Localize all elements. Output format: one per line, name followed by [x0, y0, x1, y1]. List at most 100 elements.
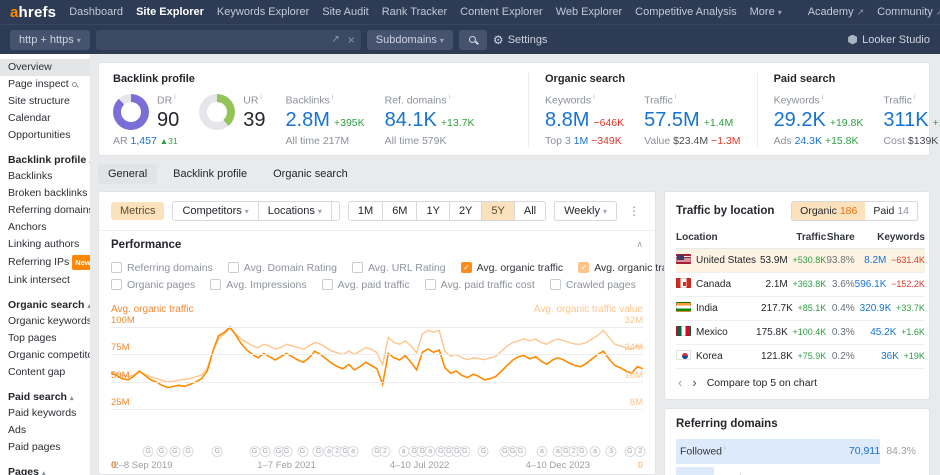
sidebar-item-link-intersect[interactable]: Link intersect: [0, 272, 90, 289]
range-6m-button[interactable]: 6M: [382, 202, 416, 220]
google-update-marker[interactable]: G: [313, 446, 324, 457]
tab-backlink-profile[interactable]: Backlink profile: [163, 164, 257, 184]
sidebar-item-organic-keywords[interactable]: Organic keywords: [0, 313, 90, 330]
google-update-marker[interactable]: a: [348, 446, 359, 457]
sidebar-section-paid-search[interactable]: Paid search: [0, 389, 90, 405]
sidebar-item-referring-ips[interactable]: Referring IPsNew: [0, 253, 90, 272]
sidebar-section-pages[interactable]: Pages: [0, 464, 90, 475]
checkbox-avg-organic-traffic[interactable]: Avg. organic traffic: [461, 262, 564, 274]
table-row-united-states[interactable]: United States 53.9M +530.8K 93.8% 8.2M −…: [676, 248, 925, 272]
sidebar-item-site-structure[interactable]: Site structure: [0, 93, 90, 110]
google-update-marker[interactable]: G: [212, 446, 223, 457]
toggle-paid[interactable]: Paid 14: [865, 202, 917, 220]
nav-competitive-analysis[interactable]: Competitive Analysis: [635, 6, 737, 18]
more-options-icon[interactable]: ⋮: [625, 204, 643, 218]
checkbox-avg-paid-traffic-cost[interactable]: Avg. paid traffic cost: [425, 279, 535, 291]
google-update-marker[interactable]: G: [143, 446, 154, 457]
nav-academy-link[interactable]: Academy: [808, 6, 864, 18]
metrics-filter-button[interactable]: Metrics: [111, 202, 164, 220]
ahrefs-logo[interactable]: ahrefs: [10, 4, 56, 21]
col-share[interactable]: Share: [826, 229, 854, 249]
sidebar-item-content-gap[interactable]: Content gap: [0, 364, 90, 381]
google-update-marker[interactable]: G: [156, 446, 167, 457]
search-button[interactable]: [459, 30, 487, 50]
google-update-marker[interactable]: a: [425, 446, 436, 457]
settings-button[interactable]: ⚙Settings: [493, 33, 548, 47]
sidebar-item-calendar[interactable]: Calendar: [0, 110, 90, 127]
toggle-organic[interactable]: Organic 186: [792, 202, 865, 220]
google-update-marker[interactable]: G: [459, 446, 470, 457]
nav-content-explorer[interactable]: Content Explorer: [460, 6, 543, 18]
google-update-marker[interactable]: G: [183, 446, 194, 457]
followed-row[interactable]: Followed 70,91184.3%: [676, 439, 918, 464]
sidebar-item-opportunities[interactable]: Opportunities: [0, 127, 90, 144]
compare-top5-link[interactable]: Compare top 5 on chart: [707, 377, 817, 389]
granularity-dropdown[interactable]: Weekly: [554, 201, 617, 221]
col-location[interactable]: Location: [676, 229, 756, 249]
sidebar-item-referring-domains[interactable]: Referring domains: [0, 202, 90, 219]
tab-general[interactable]: General: [98, 164, 157, 184]
google-update-marker[interactable]: a: [536, 446, 547, 457]
checkbox-avg-paid-traffic[interactable]: Avg. paid traffic: [322, 279, 410, 291]
nav-more-dropdown[interactable]: More: [750, 6, 782, 18]
nav-site-explorer[interactable]: Site Explorer: [136, 6, 204, 18]
google-update-marker[interactable]: a: [590, 446, 601, 457]
looker-studio-button[interactable]: Looker Studio: [848, 34, 930, 46]
subdomains-dropdown[interactable]: Subdomains: [367, 30, 453, 50]
range-1y-button[interactable]: 1Y: [416, 202, 448, 220]
not-followed-row[interactable]: Not followed 13,20115.7%: [676, 467, 918, 475]
nav-dashboard[interactable]: Dashboard: [69, 6, 123, 18]
google-update-marker[interactable]: 2: [379, 446, 390, 457]
sidebar-item-ads[interactable]: Ads: [0, 422, 90, 439]
chart-plot-area[interactable]: 100M32M75M24M50M16M25M8M: [111, 319, 643, 444]
sidebar-item-overview[interactable]: Overview: [0, 59, 90, 76]
sidebar-item-page-inspect[interactable]: Page inspect: [0, 76, 90, 93]
sidebar-item-top-pages[interactable]: Top pages: [0, 330, 90, 347]
google-update-marker[interactable]: G: [478, 446, 489, 457]
col-keywords[interactable]: Keywords: [855, 229, 925, 249]
google-update-marker[interactable]: 3: [606, 446, 617, 457]
google-update-marker[interactable]: G: [624, 446, 635, 457]
sidebar-item-paid-pages[interactable]: Paid pages: [0, 439, 90, 456]
url-input-box[interactable]: ↗ ×: [96, 30, 361, 50]
sidebar-section-organic-search[interactable]: Organic search: [0, 297, 90, 313]
range-1m-button[interactable]: 1M: [349, 202, 382, 220]
google-update-marker[interactable]: G: [281, 446, 292, 457]
range-5y-button[interactable]: 5Y: [481, 202, 513, 220]
google-update-marker[interactable]: G: [515, 446, 526, 457]
checkbox-avg-domain-rating[interactable]: Avg. Domain Rating: [228, 262, 337, 274]
range-2y-button[interactable]: 2Y: [449, 202, 481, 220]
sidebar-item-linking-authors[interactable]: Linking authors: [0, 236, 90, 253]
nav-site-audit[interactable]: Site Audit: [322, 6, 368, 18]
checkbox-referring-domains[interactable]: Referring domains: [111, 262, 213, 274]
sidebar-item-paid-keywords[interactable]: Paid keywords: [0, 405, 90, 422]
next-page-icon[interactable]: ›: [692, 378, 696, 388]
sidebar-item-anchors[interactable]: Anchors: [0, 219, 90, 236]
range-all-button[interactable]: All: [514, 202, 545, 220]
protocol-dropdown[interactable]: http + https: [10, 30, 90, 50]
years-button[interactable]: Years: [331, 202, 340, 220]
checkbox-crawled-pages[interactable]: Crawled pages: [550, 279, 636, 291]
nav-keywords-explorer[interactable]: Keywords Explorer: [217, 6, 309, 18]
google-update-marker[interactable]: G: [249, 446, 260, 457]
nav-rank-tracker[interactable]: Rank Tracker: [382, 6, 447, 18]
table-row-korea[interactable]: Korea 121.8K +75.9K 0.2% 36K +19K: [676, 344, 925, 368]
competitors-dropdown[interactable]: Competitors: [173, 202, 257, 220]
table-row-mexico[interactable]: Mexico 175.8K +100.4K 0.3% 45.2K +1.6K: [676, 320, 925, 344]
nav-community-link[interactable]: Community: [877, 6, 940, 18]
checkbox-avg-url-rating[interactable]: Avg. URL Rating: [352, 262, 446, 274]
prev-page-icon[interactable]: ‹: [678, 378, 682, 388]
google-update-marker[interactable]: G: [169, 446, 180, 457]
google-update-marker[interactable]: G: [576, 446, 587, 457]
tab-organic-search[interactable]: Organic search: [263, 164, 358, 184]
sidebar-section-backlink-profile[interactable]: Backlink profile: [0, 152, 90, 168]
google-update-marker[interactable]: G: [260, 446, 271, 457]
col-traffic[interactable]: Traffic: [756, 229, 826, 249]
table-row-india[interactable]: India 217.7K +85.1K 0.4% 320.9K +33.7K: [676, 296, 925, 320]
sidebar-item-organic-competitors[interactable]: Organic competitors: [0, 347, 90, 364]
url-input[interactable]: [102, 34, 324, 46]
google-update-marker[interactable]: G: [297, 446, 308, 457]
google-update-marker[interactable]: 2: [635, 446, 646, 457]
collapse-chevron-icon[interactable]: ∧: [636, 239, 643, 250]
checkbox-avg-impressions[interactable]: Avg. Impressions: [210, 279, 306, 291]
